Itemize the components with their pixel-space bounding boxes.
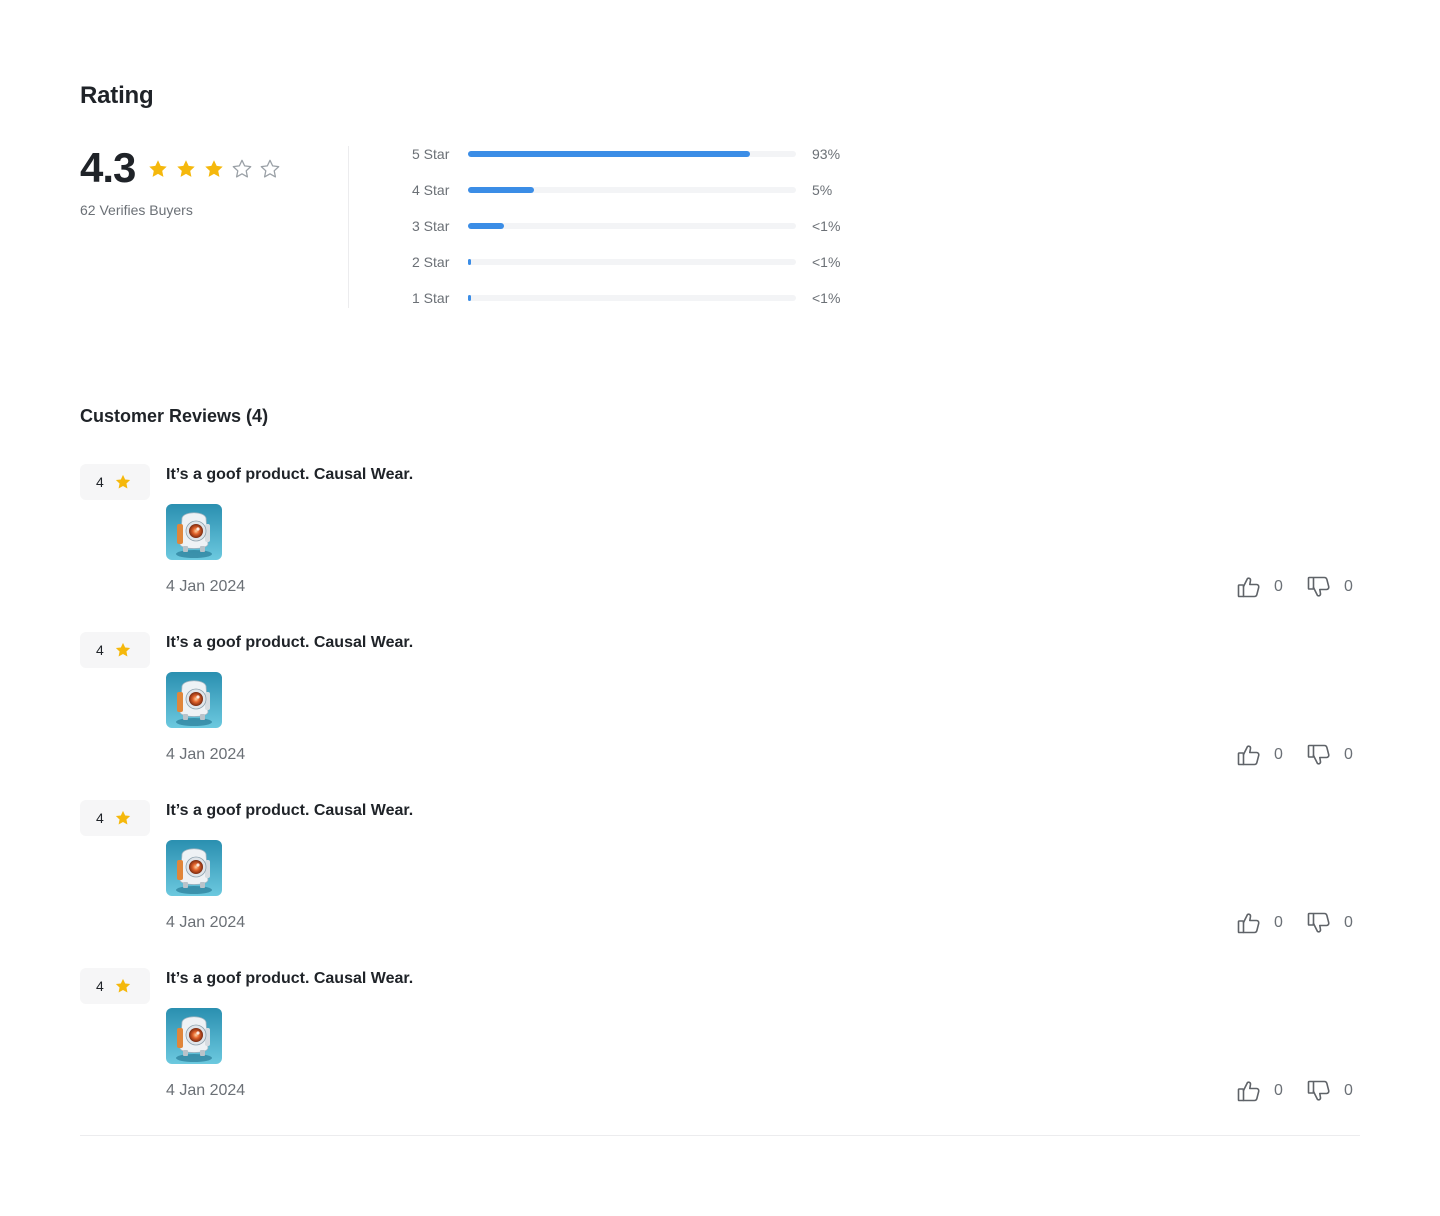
distribution-label: 3 Star [412,218,450,234]
vertical-divider [348,146,349,308]
distribution-row: 5 Star 93% [412,136,872,172]
dislike-count: 0 [1344,578,1353,595]
like-count: 0 [1274,914,1283,931]
distribution-track [468,223,796,229]
review-item: 4 It’s a goof product. Causal Wear. 4 Jan … [80,464,1360,614]
thumbs-down-icon[interactable] [1306,1078,1332,1104]
distribution-label: 5 Star [412,146,450,162]
distribution-row: 3 Star <1% [412,208,872,244]
customer-reviews-title: Customer Reviews (4) [80,406,269,426]
review-item: 4 It’s a goof product. Causal Wear. 4 Jan … [80,632,1360,782]
review-rating-badge: 4 [80,464,150,500]
star-filled-icon [147,158,169,180]
review-rating-value: 4 [96,810,104,826]
review-photo[interactable] [166,504,222,560]
distribution-track [468,151,796,157]
distribution-row: 4 Star 5% [412,172,872,208]
star-filled-icon [175,158,197,180]
star-rating [147,158,281,180]
distribution-fill [468,151,750,157]
star-filled-icon [114,641,132,659]
distribution-label: 1 Star [412,290,450,306]
review-votes: 00 [1236,742,1360,768]
distribution-percent: <1% [812,290,841,306]
verified-buyers-count: 62 Verifies Buyers [80,202,193,218]
review-rating-value: 4 [96,474,104,490]
review-item: 4 It’s a goof product. Causal Wear. 4 Jan … [80,968,1360,1118]
distribution-row: 1 Star <1% [412,280,872,316]
thumbs-down-icon[interactable] [1306,742,1332,768]
rating-distribution: 5 Star 93% 4 Star 5% 3 Star <1% 2 Star <1% 1 Sta… [412,144,872,316]
star-filled-icon [114,809,132,827]
review-rating-badge: 4 [80,800,150,836]
like-count: 0 [1274,1082,1283,1099]
thumbs-down-icon[interactable] [1306,910,1332,936]
review-item: 4 It’s a goof product. Causal Wear. 4 Jan … [80,800,1360,950]
star-filled-icon [114,473,132,491]
bottom-divider [80,1135,1360,1136]
star-filled-icon [203,158,225,180]
review-date: 4 Jan 2024 [166,746,246,763]
star-outline-icon [259,158,281,180]
distribution-percent: <1% [812,254,841,270]
distribution-track [468,295,796,301]
distribution-fill [468,295,471,301]
thumbs-down-icon[interactable] [1306,574,1332,600]
star-filled-icon [114,977,132,995]
thumbs-up-icon[interactable] [1236,910,1262,936]
dislike-count: 0 [1344,1082,1353,1099]
review-text: It’s a goof product. Causal Wear. [166,466,414,483]
review-date: 4 Jan 2024 [166,578,246,595]
review-rating-value: 4 [96,978,104,994]
distribution-percent: <1% [812,218,841,234]
review-text: It’s a goof product. Causal Wear. [166,802,414,819]
thumbs-up-icon[interactable] [1236,574,1262,600]
distribution-fill [468,223,504,229]
distribution-track [468,187,796,193]
review-votes: 00 [1236,1078,1360,1104]
distribution-fill [468,259,471,265]
review-rating-value: 4 [96,642,104,658]
like-count: 0 [1274,746,1283,763]
distribution-row: 2 Star <1% [412,244,872,280]
review-date: 4 Jan 2024 [166,1082,246,1099]
average-score: 4.3 [80,144,136,191]
thumbs-up-icon[interactable] [1236,742,1262,768]
review-votes: 00 [1236,910,1360,936]
distribution-track [468,259,796,265]
distribution-label: 2 Star [412,254,450,270]
star-outline-icon [231,158,253,180]
distribution-fill [468,187,534,193]
distribution-percent: 5% [812,182,833,198]
rating-summary: 4.3 62 Verifies Buyers [80,140,300,218]
like-count: 0 [1274,578,1283,595]
review-date: 4 Jan 2024 [166,914,246,931]
dislike-count: 0 [1344,746,1353,763]
distribution-label: 4 Star [412,182,450,198]
review-text: It’s a goof product. Causal Wear. [166,970,414,987]
review-photo[interactable] [166,840,222,896]
review-rating-badge: 4 [80,632,150,668]
review-photo[interactable] [166,1008,222,1064]
distribution-percent: 93% [812,146,841,162]
review-votes: 00 [1236,574,1360,600]
review-photo[interactable] [166,672,222,728]
thumbs-up-icon[interactable] [1236,1078,1262,1104]
score-row: 4.3 [80,140,300,196]
review-rating-badge: 4 [80,968,150,1004]
dislike-count: 0 [1344,914,1353,931]
review-text: It’s a goof product. Causal Wear. [166,634,414,651]
rating-title: Rating [80,82,154,109]
